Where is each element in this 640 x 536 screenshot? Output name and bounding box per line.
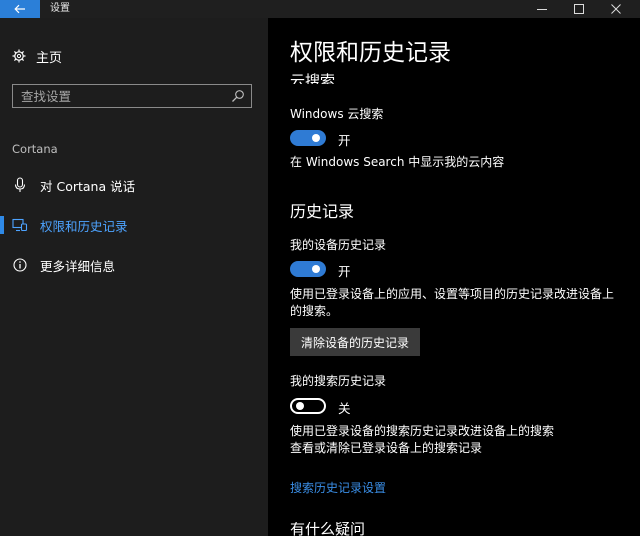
permissions-icon: [12, 217, 28, 233]
search-history-description-line1: 使用已登录设备的搜索历史记录改进设备上的搜索: [290, 424, 555, 438]
back-button[interactable]: [0, 0, 40, 18]
search-input[interactable]: [21, 88, 221, 104]
device-history-toggle[interactable]: [290, 261, 326, 277]
title-bar: 设置: [0, 0, 640, 18]
search-icon[interactable]: [231, 89, 245, 103]
cloud-search-description: 在 Windows Search 中显示我的云内容: [290, 155, 505, 169]
sidebar-section-title: Cortana: [12, 142, 58, 156]
home-label: 主页: [36, 50, 63, 66]
sidebar-item-permissions-history[interactable]: 权限和历史记录: [0, 210, 268, 240]
sidebar-item-label: 权限和历史记录: [40, 218, 128, 234]
close-button[interactable]: [598, 0, 634, 18]
maximize-icon: [574, 4, 584, 14]
search-history-settings-link[interactable]: 搜索历史记录设置: [290, 479, 386, 496]
active-indicator: [0, 216, 4, 234]
main-content: 权限和历史记录 云搜索 Windows 云搜索 开 在 Windows Sear…: [268, 18, 640, 536]
page-title: 权限和历史记录: [290, 40, 451, 66]
toggle-knob: [312, 265, 320, 273]
cloud-search-state: 开: [338, 133, 351, 148]
device-history-state: 开: [338, 264, 351, 279]
questions-heading: 有什么疑问: [290, 522, 365, 536]
sidebar-item-label: 更多详细信息: [40, 258, 116, 274]
search-history-state: 关: [338, 401, 351, 416]
clear-device-history-button[interactable]: 清除设备的历史记录: [290, 328, 420, 356]
device-history-description: 使用已登录设备上的应用、设置等项目的历史记录改进设备上的搜索。: [290, 287, 615, 318]
search-history-toggle[interactable]: [290, 398, 326, 414]
back-arrow-icon: [14, 4, 25, 14]
sidebar: 主页 Cortana 对 Cortana 说话: [0, 18, 268, 536]
toggle-knob: [296, 402, 304, 410]
info-icon: [12, 257, 28, 273]
close-icon: [611, 4, 621, 14]
cloud-search-heading-text: 云搜索: [290, 72, 336, 84]
window-title: 设置: [50, 3, 70, 14]
cloud-search-label: Windows 云搜索: [290, 107, 384, 121]
search-history-label: 我的搜索历史记录: [290, 374, 387, 388]
minimize-icon: [537, 9, 547, 10]
toggle-knob: [312, 134, 320, 142]
search-history-description-line2: 查看或清除已登录设备上的搜索记录: [290, 441, 483, 455]
sidebar-item-more-details[interactable]: 更多详细信息: [0, 250, 268, 280]
sidebar-item-label: 对 Cortana 说话: [40, 178, 136, 194]
search-box[interactable]: [12, 84, 252, 108]
device-history-label: 我的设备历史记录: [290, 238, 387, 252]
cloud-search-toggle[interactable]: [290, 130, 326, 146]
sidebar-item-home[interactable]: 主页: [12, 46, 62, 66]
microphone-icon: [12, 177, 28, 193]
gear-icon: [12, 49, 26, 63]
questions-heading-text: 有什么疑问: [290, 522, 366, 536]
minimize-button[interactable]: [524, 0, 560, 18]
cloud-search-heading: 云搜索: [290, 66, 335, 84]
history-heading: 历史记录: [290, 202, 355, 221]
settings-window: 设置 主页 查找设置 Cortana 对 Cortana 说话 权限和历史记录 …: [0, 0, 640, 536]
maximize-button[interactable]: [561, 0, 597, 18]
sidebar-item-talk-to-cortana[interactable]: 对 Cortana 说话: [0, 170, 268, 200]
